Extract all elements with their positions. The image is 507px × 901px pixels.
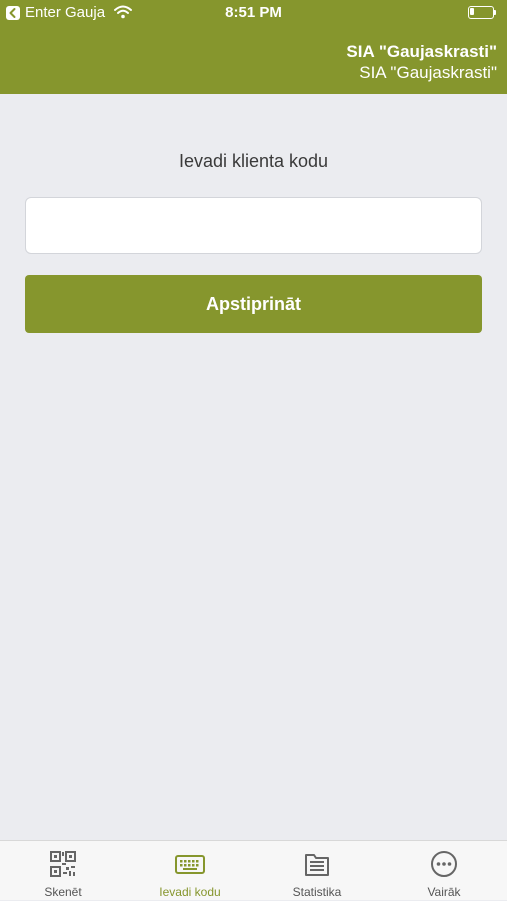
more-icon — [429, 850, 459, 878]
confirm-button[interactable]: Apstiprināt — [25, 275, 482, 333]
company-name: SIA "Gaujaskrasti" — [346, 42, 497, 61]
battery-level-fill — [470, 8, 474, 15]
folder-icon — [302, 850, 332, 878]
tab-statistics[interactable]: Statistika — [254, 841, 380, 901]
tab-label: Ievadi kodu — [159, 885, 221, 899]
tab-label: Statistika — [292, 885, 342, 899]
status-time: 8:51 PM — [225, 4, 282, 21]
tab-more[interactable]: Vairāk — [381, 841, 507, 901]
tab-label: Vairāk — [427, 885, 461, 899]
qr-code-icon — [48, 850, 78, 878]
keyboard-icon — [175, 850, 205, 878]
client-code-prompt: Ievadi klienta kodu — [178, 151, 329, 171]
app-header: Enter Gauja 8:51 PM SIA "Gaujaskrasti" S… — [0, 0, 507, 94]
battery-icon — [468, 6, 496, 19]
company-subtitle: SIA "Gaujaskrasti" — [359, 63, 497, 82]
tab-bar: Skenēt Ievadi kodu Statistika Vairāk — [0, 840, 507, 900]
client-code-input[interactable] — [25, 197, 482, 254]
status-bar: Enter Gauja 8:51 PM — [0, 0, 507, 26]
tab-label: Skenēt — [44, 885, 82, 899]
tab-enter-code[interactable]: Ievadi kodu — [127, 841, 253, 901]
tab-scan[interactable]: Skenēt — [0, 841, 126, 901]
